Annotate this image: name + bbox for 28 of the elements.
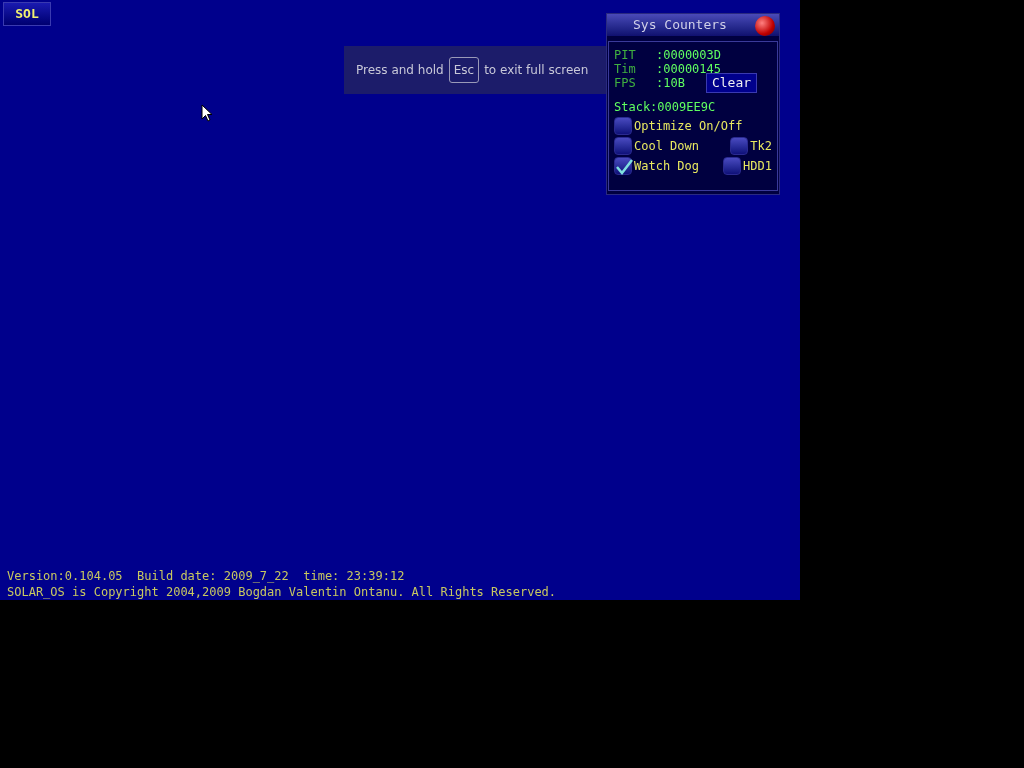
option-label: Watch Dog	[634, 159, 700, 173]
counter-label: FPS	[614, 76, 637, 90]
counter-label: PIT	[614, 48, 637, 62]
hint-text: to exit full screen	[484, 62, 589, 79]
option-label: Cool Down	[634, 139, 700, 153]
start-button[interactable]: SOL	[3, 2, 51, 26]
option-label: Optimize On/Off	[634, 119, 743, 133]
counter-label: Tim	[614, 62, 637, 76]
close-icon[interactable]	[755, 16, 775, 36]
hint-text: Press and hold	[356, 62, 444, 79]
mouse-pointer-icon	[201, 104, 213, 122]
window-title: Sys Counters	[633, 16, 727, 35]
stack-label: Stack:0009EE9C	[614, 100, 717, 114]
counter-value: :0000003D	[656, 48, 722, 62]
checkbox[interactable]	[614, 157, 632, 175]
clear-button[interactable]: Clear	[705, 73, 758, 93]
checkbox[interactable]	[723, 157, 742, 175]
option-label: Tk2	[750, 139, 772, 153]
check-icon	[615, 158, 633, 176]
counter-value: :00000145	[656, 62, 722, 76]
checkbox[interactable]	[614, 117, 632, 135]
option-label: HDD1	[743, 159, 772, 173]
checkbox[interactable]	[614, 137, 632, 155]
footer-text: Version:0.104.05 Build date: 2009_7_22 time: 23:39:12	[7, 568, 406, 584]
footer-text: SOLAR_OS is Copyright 2004,2009 Bogdan Valentin Ontanu. All Rights Reserved.	[7, 584, 557, 600]
counter-value: :10B	[656, 76, 685, 90]
esc-key: Esc	[448, 57, 480, 83]
checkbox[interactable]	[730, 137, 749, 155]
